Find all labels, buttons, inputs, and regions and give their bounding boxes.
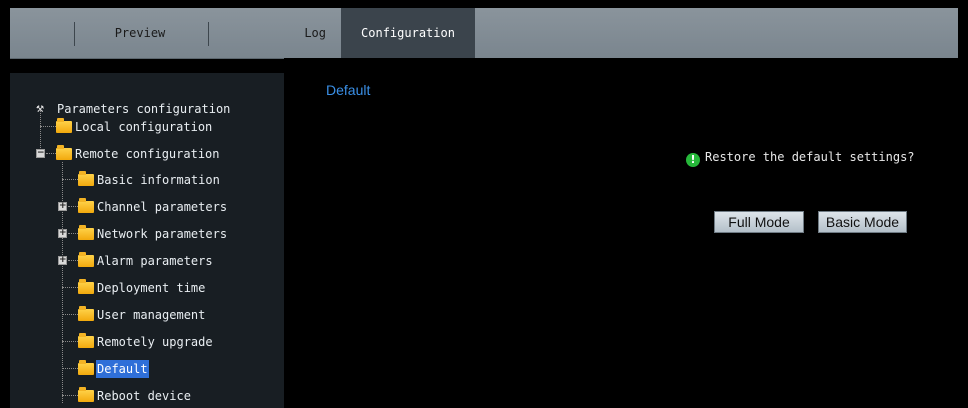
main-content: Default ! Restore the default settings? F… — [284, 58, 958, 408]
folder-icon — [78, 306, 94, 321]
expand-icon[interactable]: + — [58, 202, 67, 211]
tree-connector — [62, 395, 78, 396]
folder-icon — [78, 252, 94, 267]
tree-item-alarm-parameters[interactable]: Alarm parameters — [78, 252, 214, 270]
tree-label: Reboot device — [97, 389, 191, 403]
tab-separator — [208, 22, 209, 46]
tree-label: Channel parameters — [97, 200, 228, 214]
tree-connector — [62, 162, 63, 403]
restore-prompt: ! Restore the default settings? — [686, 148, 915, 167]
tree-label: Alarm parameters — [97, 254, 213, 268]
tree-label: Parameters configuration — [57, 102, 231, 116]
tree-item-remote-configuration[interactable]: Remote configuration — [56, 145, 221, 163]
expand-icon[interactable]: + — [58, 256, 67, 265]
tree-connector — [68, 233, 78, 234]
top-tab-bar: Preview Log Configuration — [10, 8, 958, 59]
full-mode-button[interactable]: Full Mode — [714, 211, 804, 233]
tree-label: Basic information — [97, 173, 220, 187]
folder-icon — [78, 198, 94, 213]
tab-configuration[interactable]: Configuration — [341, 8, 475, 58]
folder-icon — [78, 225, 94, 240]
basic-mode-button[interactable]: Basic Mode — [818, 211, 907, 233]
folder-icon — [78, 360, 94, 375]
tree-label: Local configuration — [75, 120, 213, 134]
folder-icon — [78, 387, 94, 402]
tree-connector — [68, 206, 78, 207]
tree-connector — [62, 179, 78, 180]
tree-item-network-parameters[interactable]: Network parameters — [78, 225, 228, 243]
app-window: Preview Log Configuration ⚒ Parameters c… — [10, 8, 958, 408]
tree-label: Remotely upgrade — [97, 335, 213, 349]
tree-item-local-configuration[interactable]: Local configuration — [56, 118, 213, 136]
tree-item-default[interactable]: Default — [78, 360, 149, 378]
tree-item-deployment-time[interactable]: Deployment time — [78, 279, 206, 297]
tree-label: Deployment time — [97, 281, 206, 295]
info-icon: ! — [686, 153, 700, 167]
expand-icon[interactable]: + — [58, 229, 67, 238]
folder-icon — [78, 333, 94, 348]
collapse-icon[interactable]: − — [36, 149, 45, 158]
tree-root-parameters-configuration[interactable]: ⚒ Parameters configuration — [32, 100, 231, 118]
tree-label: Network parameters — [97, 227, 228, 241]
folder-icon — [78, 171, 94, 186]
tree-item-reboot-device[interactable]: Reboot device — [78, 387, 192, 405]
tree-connector — [62, 287, 78, 288]
folder-icon — [78, 279, 94, 294]
tools-icon: ⚒ — [36, 101, 44, 116]
tree-item-remotely-upgrade[interactable]: Remotely upgrade — [78, 333, 214, 351]
tree-connector — [62, 314, 78, 315]
folder-icon — [56, 145, 72, 160]
tree-label: User management — [97, 308, 206, 322]
config-tree-panel: ⚒ Parameters configuration Local configu… — [10, 73, 284, 408]
restore-prompt-text: Restore the default settings? — [705, 150, 915, 164]
config-tree: ⚒ Parameters configuration Local configu… — [10, 73, 284, 408]
tree-label: Remote configuration — [75, 147, 220, 161]
tab-log[interactable]: Log — [210, 8, 330, 58]
tree-connector — [40, 126, 56, 127]
tree-item-channel-parameters[interactable]: Channel parameters — [78, 198, 228, 216]
page-title: Default — [326, 82, 371, 98]
folder-icon — [56, 118, 72, 133]
tree-connector — [62, 368, 78, 369]
tree-connector — [62, 341, 78, 342]
tree-connector — [46, 153, 56, 154]
tree-item-basic-information[interactable]: Basic information — [78, 171, 221, 189]
tree-connector — [68, 260, 78, 261]
tree-item-user-management[interactable]: User management — [78, 306, 206, 324]
tree-label-selected: Default — [96, 360, 149, 378]
tab-preview[interactable]: Preview — [75, 8, 205, 58]
